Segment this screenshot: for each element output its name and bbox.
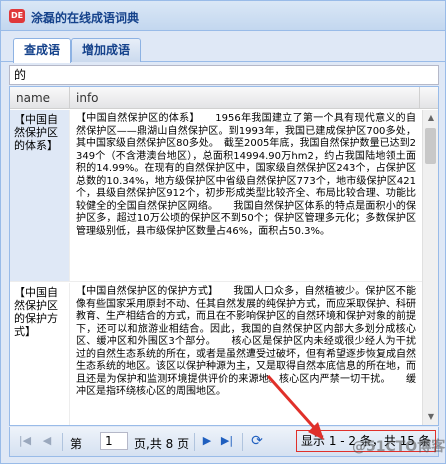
cell-name: 【中国自然保护区的保护方式】: [10, 283, 70, 425]
table-row[interactable]: 【中国自然保护区的保护方式】 【中国自然保护区的保护方式】 我国人口众多，自然植…: [10, 283, 422, 425]
idiom-grid: name info 【中国自然保护区的体系】 【中国自然保护区的体系】 1956…: [9, 86, 439, 426]
refresh-icon[interactable]: ⟳: [250, 434, 264, 448]
scroll-down-icon[interactable]: ▼: [423, 409, 438, 425]
grid-body: 【中国自然保护区的体系】 【中国自然保护区的体系】 1956年我国建立了第一个具…: [10, 110, 422, 425]
app-window: DE 涂磊的在线成语词典 查成语 增加成语 的 name info 【中国自然保…: [0, 0, 446, 464]
grid-header: name info: [10, 87, 438, 109]
tab-search-idiom[interactable]: 查成语: [13, 38, 72, 63]
page-number-input[interactable]: 1: [100, 432, 128, 450]
window-title: 涂磊的在线成语词典: [31, 11, 140, 25]
watermark: @51CTO博客: [352, 439, 446, 455]
tab-bar: 查成语 增加成语: [1, 32, 445, 63]
tab-add-idiom[interactable]: 增加成语: [71, 38, 142, 62]
vertical-scrollbar[interactable]: ▲ ▼: [422, 110, 438, 425]
total-pages-label: 页,共 8 页: [134, 437, 190, 451]
cell-info: 【中国自然保护区的体系】 1956年我国建立了第一个具有现代意义的自然保护区——…: [76, 113, 416, 237]
title-bar: DE 涂磊的在线成语词典: [1, 1, 445, 31]
column-header-name[interactable]: name: [10, 87, 70, 109]
first-page-icon[interactable]: |◀: [18, 434, 32, 448]
column-header-info[interactable]: info: [70, 87, 420, 109]
last-page-icon[interactable]: ▶|: [220, 434, 234, 448]
separator: [194, 433, 195, 451]
cell-name: 【中国自然保护区的体系】: [10, 110, 70, 281]
app-icon: DE: [9, 9, 25, 23]
cell-info: 【中国自然保护区的保护方式】 我国人口众多，自然植被少。保护区不能像有些国家采用…: [76, 286, 416, 397]
prev-page-icon[interactable]: ◀: [40, 434, 54, 448]
scroll-thumb[interactable]: [425, 128, 436, 164]
table-row[interactable]: 【中国自然保护区的体系】 【中国自然保护区的体系】 1956年我国建立了第一个具…: [10, 110, 422, 282]
page-label: 第: [70, 437, 83, 451]
separator: [242, 433, 243, 451]
search-input[interactable]: 的: [9, 65, 439, 85]
next-page-icon[interactable]: ▶: [200, 434, 214, 448]
scroll-up-icon[interactable]: ▲: [423, 110, 438, 126]
separator: [62, 433, 63, 451]
